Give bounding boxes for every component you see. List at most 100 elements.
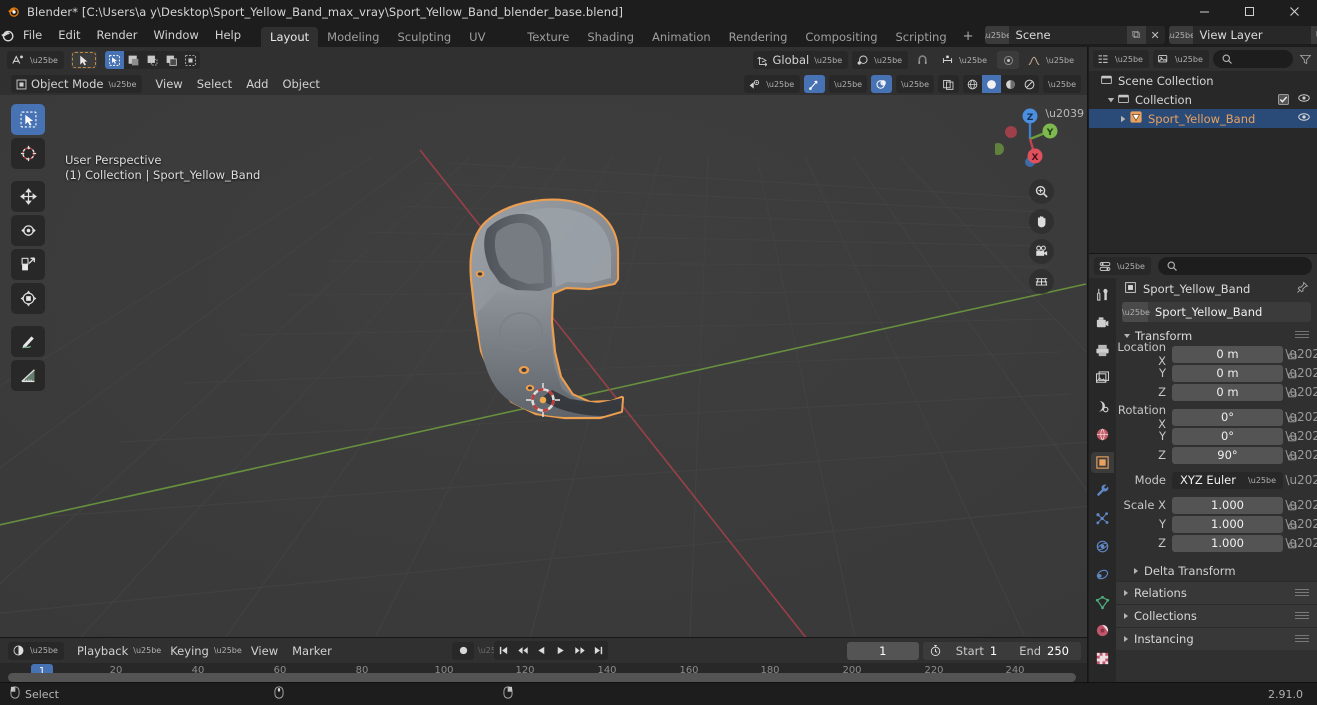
tab-compositing[interactable]: Compositing [796, 27, 886, 47]
viewport-3d[interactable]: User Perspective (1) Collection | Sport_… [0, 47, 1087, 638]
navigation-gizmo[interactable]: Z Y X [995, 104, 1065, 174]
play-reverse-icon[interactable] [532, 641, 551, 660]
overlays-dropdown[interactable]: \u25be [896, 75, 935, 93]
tab-scripting[interactable]: Scripting [887, 27, 956, 47]
menu-render[interactable]: Render [89, 26, 146, 45]
properties-tab-output[interactable] [1091, 340, 1114, 361]
scale-y-value[interactable]: 1.000 [1172, 515, 1283, 533]
properties-tab-object[interactable] [1091, 452, 1114, 473]
collections-panel[interactable]: Collections [1116, 604, 1317, 627]
blender-menu-icon[interactable] [0, 23, 15, 47]
properties-tab-texture[interactable] [1091, 648, 1114, 669]
start-frame-value[interactable]: 1 [990, 644, 1009, 658]
viewport-menu-add[interactable]: Add [239, 75, 275, 93]
tab-rendering[interactable]: Rendering [720, 27, 797, 47]
collection-checkbox[interactable] [1278, 94, 1289, 105]
location-y-value[interactable]: 0 m [1172, 364, 1283, 382]
object-mode-dropdown[interactable]: Object Mode \u25be [11, 75, 143, 93]
tab-animation[interactable]: Animation [643, 27, 720, 47]
gizmo-dropdown[interactable]: \u25be [829, 75, 868, 93]
rotation-y-value[interactable]: 0° [1172, 427, 1283, 445]
location-x-value[interactable]: 0 m [1172, 345, 1283, 363]
animate-dot-icon[interactable]: \u2022 [1285, 411, 1317, 423]
remove-scene-button[interactable]: ✕ [1146, 26, 1165, 44]
properties-editor[interactable]: \u25be Sport_Yellow_Band \u25be Sport_Ye… [1089, 254, 1317, 683]
timeline-ruler[interactable]: 20 40 60 80 100 120 140 160 180 200 220 … [0, 663, 1087, 683]
viewport-canvas[interactable] [0, 47, 1087, 638]
scale-x-value[interactable]: 1.000 [1172, 496, 1283, 514]
xray-toggle-button[interactable] [938, 75, 960, 93]
timeline-menu-view[interactable]: View [244, 642, 285, 660]
outliner-search-input[interactable] [1212, 50, 1293, 68]
shading-dropdown[interactable]: \u25be [1043, 75, 1081, 93]
jump-end-icon[interactable] [589, 641, 608, 660]
pan-hand-icon[interactable] [1029, 209, 1054, 234]
tool-tweak-select[interactable] [11, 104, 45, 135]
new-scene-button[interactable]: ⧉ [1126, 26, 1146, 44]
tab-shading[interactable]: Shading [578, 27, 643, 47]
select-extend-icon[interactable] [124, 51, 143, 69]
outliner-row-collection[interactable]: Collection [1089, 90, 1317, 109]
rotation-x-value[interactable]: 0° [1172, 408, 1283, 426]
animate-dot-icon[interactable]: \u2022 [1285, 449, 1317, 461]
editor-divider-viewport-timeline[interactable] [0, 637, 1087, 638]
pin-icon[interactable] [1296, 281, 1309, 297]
select-box-icon[interactable] [104, 51, 124, 69]
properties-tab-modifier[interactable] [1091, 480, 1114, 501]
view-layer-icon[interactable]: \u25be [1168, 26, 1195, 44]
shading-solid-icon[interactable] [982, 75, 1002, 93]
timeline-menu-playback[interactable]: Playback [70, 642, 135, 660]
select-difference-icon[interactable] [162, 51, 181, 69]
maximize-button[interactable] [1227, 0, 1272, 23]
properties-editor-type-button[interactable]: \u25be [1094, 257, 1151, 275]
properties-tab-constraints[interactable] [1091, 564, 1114, 585]
close-button[interactable] [1272, 0, 1317, 23]
prev-keyframe-icon[interactable] [513, 641, 532, 660]
outliner-editor-type-button[interactable]: \u25be [1093, 50, 1149, 68]
rotation-mode-dropdown[interactable]: XYZ Euler \u25be [1172, 471, 1283, 489]
end-frame-value[interactable]: 250 [1047, 644, 1081, 658]
tool-measure[interactable] [11, 360, 45, 391]
animate-dot-icon[interactable]: \u2022 [1285, 367, 1317, 379]
viewport-menu-select[interactable]: Select [190, 75, 239, 93]
editor-divider-vertical[interactable] [1087, 47, 1088, 683]
ortho-grid-icon[interactable] [1029, 269, 1054, 294]
tool-annotate[interactable] [11, 326, 45, 357]
scene-icon[interactable]: \u25be [984, 26, 1011, 44]
next-keyframe-icon[interactable] [570, 641, 589, 660]
object-id-field[interactable]: \u25be Sport_Yellow_Band [1122, 302, 1311, 322]
shading-wireframe-icon[interactable] [963, 75, 982, 93]
outliner-row-sport-yellow-band[interactable]: Sport_Yellow_Band [1089, 109, 1317, 128]
visibility-eye-icon[interactable] [1297, 91, 1311, 108]
play-icon[interactable] [551, 641, 570, 660]
instancing-panel[interactable]: Instancing [1116, 627, 1317, 650]
viewport-menu-view[interactable]: View [148, 75, 189, 93]
animate-dot-icon[interactable]: \u2022 [1285, 537, 1317, 549]
tab-modeling[interactable]: Modeling [318, 27, 388, 47]
outliner-display-mode-button[interactable]: \u25be [1152, 50, 1209, 68]
scene-name[interactable]: Scene [1008, 26, 1127, 44]
pivot-point-button[interactable]: \u25be [852, 51, 909, 69]
select-subtract-icon[interactable] [143, 51, 162, 69]
current-frame-field[interactable]: 1 [846, 641, 919, 660]
shading-material-preview-icon[interactable] [1001, 75, 1020, 93]
animate-dot-icon[interactable]: \u2022 [1285, 386, 1317, 398]
properties-tab-physics[interactable] [1091, 536, 1114, 557]
properties-tab-view-layer[interactable] [1091, 368, 1114, 389]
properties-tab-render[interactable] [1091, 312, 1114, 333]
select-intersect-icon[interactable] [181, 51, 200, 69]
view-layer-name[interactable]: View Layer [1192, 26, 1311, 44]
properties-tab-particles[interactable] [1091, 508, 1114, 529]
relations-panel[interactable]: Relations [1116, 581, 1317, 604]
timeline-menu-marker[interactable]: Marker [285, 642, 339, 660]
tool-cursor[interactable] [11, 138, 45, 169]
camera-icon[interactable] [1029, 239, 1054, 264]
editor-type-button[interactable]: \u25be [7, 51, 64, 69]
animate-dot-icon[interactable]: \u2022 [1285, 348, 1317, 360]
timeline-editor[interactable]: \u25be Playback \u25be Keying \u25be Vie… [0, 638, 1087, 683]
transform-orientation-button[interactable]: Global \u25be [752, 51, 849, 69]
minimize-button[interactable] [1182, 0, 1227, 23]
outliner-row-scene-collection[interactable]: Scene Collection [1089, 71, 1317, 90]
menu-window[interactable]: Window [145, 26, 206, 45]
properties-tab-scene[interactable] [1091, 396, 1114, 417]
